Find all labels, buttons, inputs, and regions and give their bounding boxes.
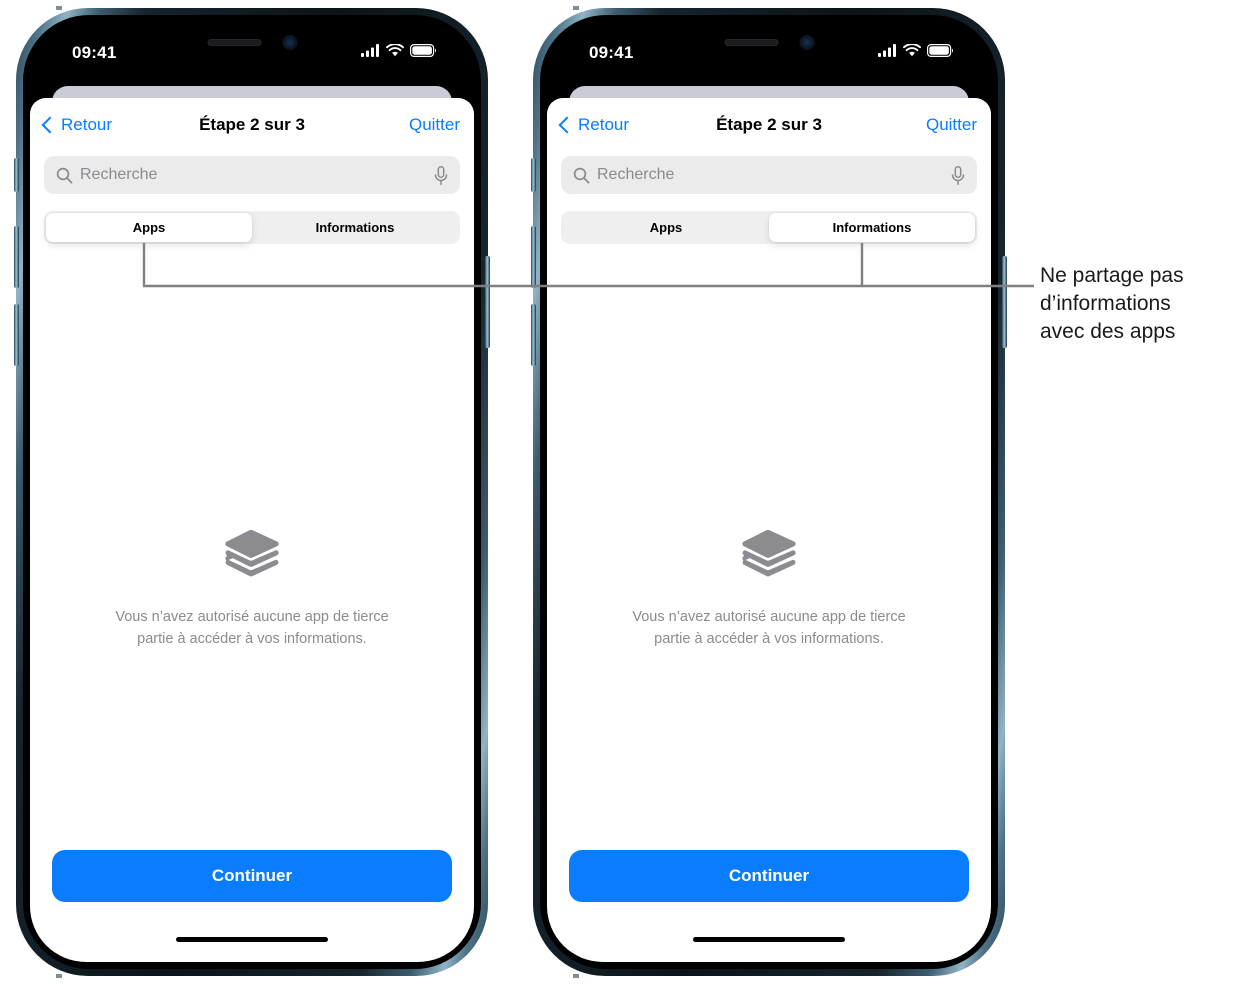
notch-area <box>207 36 297 49</box>
tab-informations[interactable]: Informations <box>252 213 458 242</box>
search-icon <box>573 167 590 183</box>
status-bar-indicators <box>878 44 953 57</box>
phone-screen-right: 09:41 Retour Étape 2 sur 3 Quitter Reche… <box>547 22 991 962</box>
front-camera-icon <box>283 36 297 49</box>
phone-device-left: 09:41 Retour Étape 2 sur 3 Quitter Reche… <box>14 6 490 978</box>
empty-state: Vous n’avez autorisé aucune app de tierc… <box>30 528 474 651</box>
modal-sheet-left: Retour Étape 2 sur 3 Quitter Recherche A… <box>30 98 474 962</box>
empty-state-line-1: Vous n’avez autorisé aucune app de tierc… <box>632 609 906 625</box>
continue-button[interactable]: Continuer <box>52 850 452 902</box>
power-button[interactable] <box>485 256 490 348</box>
battery-icon <box>410 44 436 57</box>
antenna-line <box>56 974 62 978</box>
wifi-icon <box>903 44 921 57</box>
notch-area <box>724 36 814 49</box>
home-indicator[interactable] <box>693 937 845 942</box>
chevron-left-icon <box>558 116 576 134</box>
segmented-control[interactable]: Apps Informations <box>561 211 977 244</box>
status-bar-time: 09:41 <box>72 43 117 62</box>
mute-switch-button[interactable] <box>531 158 536 192</box>
wifi-icon <box>386 44 404 57</box>
power-button[interactable] <box>1002 256 1007 348</box>
search-field[interactable]: Recherche <box>44 156 460 194</box>
phone-device-right: 09:41 Retour Étape 2 sur 3 Quitter Reche… <box>531 6 1007 978</box>
status-bar: 09:41 <box>547 22 991 80</box>
empty-state-message: Vous n’avez autorisé aucune app de tierc… <box>547 606 991 651</box>
microphone-icon[interactable] <box>951 165 965 185</box>
empty-state-line-2: partie à accéder à vos informations. <box>137 631 367 648</box>
callout-label: Ne partage pas d’informations avec des a… <box>1040 262 1250 346</box>
status-bar: 09:41 <box>30 22 474 80</box>
volume-up-button[interactable] <box>531 226 536 288</box>
layer-stack-icon <box>225 529 279 577</box>
layer-stack-icon <box>742 529 796 577</box>
modal-sheet-right: Retour Étape 2 sur 3 Quitter Recherche A… <box>547 98 991 962</box>
search-input-placeholder[interactable]: Recherche <box>80 166 434 184</box>
home-indicator[interactable] <box>176 937 328 942</box>
tab-apps[interactable]: Apps <box>46 213 252 242</box>
quit-button[interactable]: Quitter <box>926 115 977 135</box>
tab-informations[interactable]: Informations <box>769 213 975 242</box>
tab-apps[interactable]: Apps <box>563 213 769 242</box>
front-camera-icon <box>800 36 814 49</box>
callout-line-3: avec des apps <box>1040 319 1176 343</box>
phone-screen-left: 09:41 Retour Étape 2 sur 3 Quitter Reche… <box>30 22 474 962</box>
callout-line-1: Ne partage pas <box>1040 264 1184 287</box>
antenna-line <box>573 6 579 10</box>
callout-line-2: d’informations <box>1040 291 1171 315</box>
empty-state: Vous n’avez autorisé aucune app de tierc… <box>547 528 991 651</box>
volume-down-button[interactable] <box>531 304 536 366</box>
empty-state-line-1: Vous n’avez autorisé aucune app de tierc… <box>115 609 389 625</box>
volume-down-button[interactable] <box>14 304 19 366</box>
battery-icon <box>927 44 953 57</box>
chevron-left-icon <box>41 116 59 134</box>
cellular-signal-icon <box>878 44 896 57</box>
earpiece-speaker-icon <box>207 39 262 46</box>
antenna-line <box>573 974 579 978</box>
continue-button[interactable]: Continuer <box>569 850 969 902</box>
empty-state-line-2: partie à accéder à vos informations. <box>654 631 884 648</box>
search-icon <box>56 167 73 183</box>
antenna-line <box>56 6 62 10</box>
back-button-label: Retour <box>61 115 113 134</box>
segmented-control[interactable]: Apps Informations <box>44 211 460 244</box>
earpiece-speaker-icon <box>724 39 779 46</box>
status-bar-indicators <box>361 44 436 57</box>
quit-button[interactable]: Quitter <box>409 115 460 135</box>
status-bar-time: 09:41 <box>589 43 634 62</box>
back-button[interactable]: Retour <box>558 115 630 135</box>
cellular-signal-icon <box>361 44 379 57</box>
back-button-label: Retour <box>578 115 630 134</box>
navigation-bar: Retour Étape 2 sur 3 Quitter <box>547 98 991 152</box>
mute-switch-button[interactable] <box>14 158 19 192</box>
search-field[interactable]: Recherche <box>561 156 977 194</box>
back-button[interactable]: Retour <box>41 115 113 135</box>
microphone-icon[interactable] <box>434 165 448 185</box>
empty-state-message: Vous n’avez autorisé aucune app de tierc… <box>30 606 474 651</box>
navigation-bar: Retour Étape 2 sur 3 Quitter <box>30 98 474 152</box>
search-input-placeholder[interactable]: Recherche <box>597 166 951 184</box>
volume-up-button[interactable] <box>14 226 19 288</box>
